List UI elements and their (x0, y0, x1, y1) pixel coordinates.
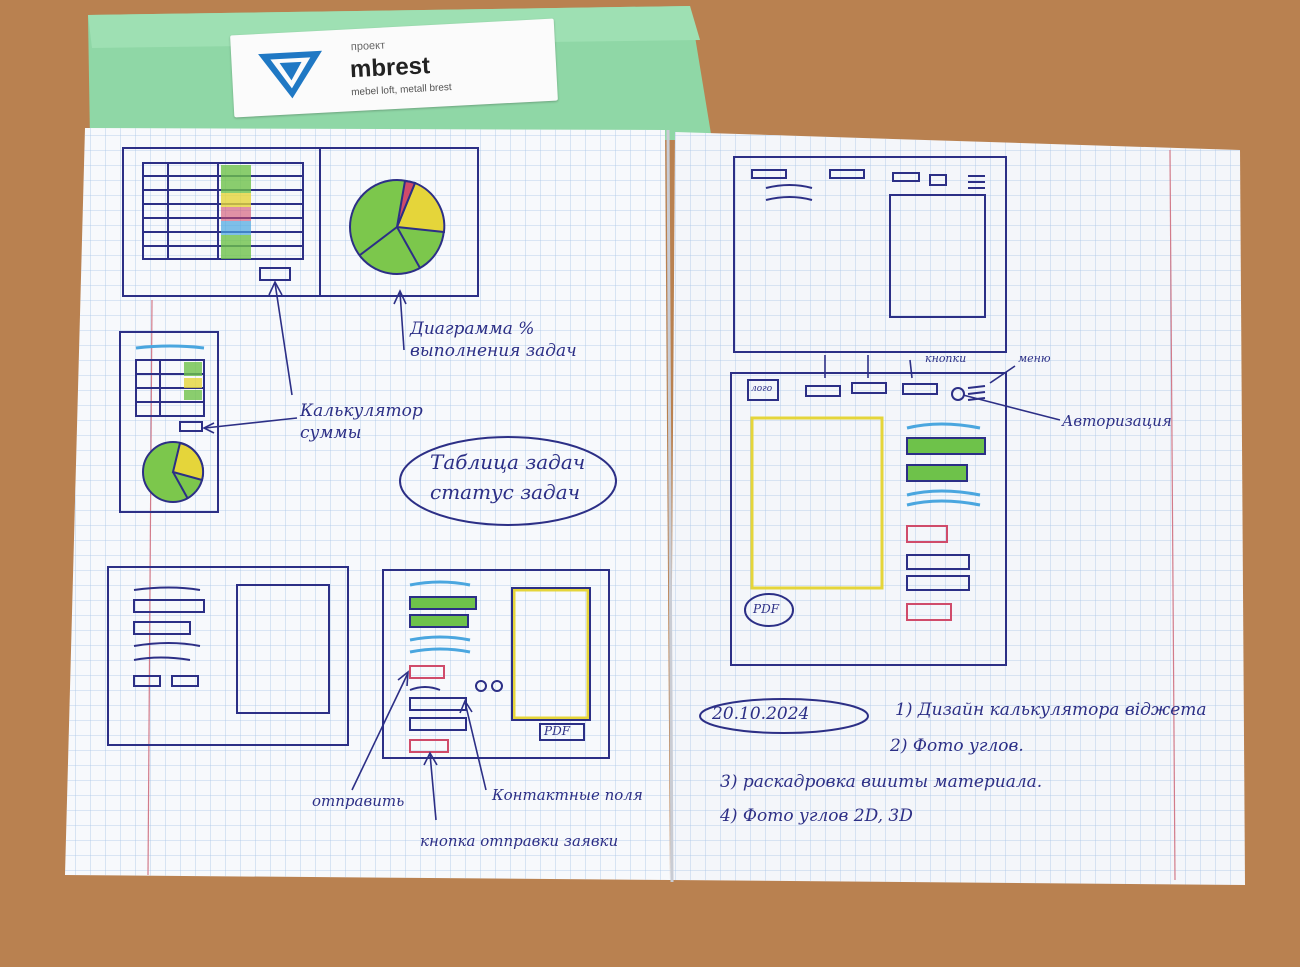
note-contacts: Контактные поля (492, 786, 643, 804)
background-drawing (0, 0, 1300, 967)
note-list-1: 1) Дизайн калькулятора віджета (895, 700, 1207, 720)
sketch-pie-top (349, 179, 446, 275)
note-calculator: Калькулятор суммы (300, 401, 423, 443)
note-pdf-left: PDF (544, 724, 571, 738)
brand-label: проект mbrest mebel loft, metall brest (230, 18, 558, 118)
note-send: отправить (312, 792, 405, 810)
brand-small: проект (350, 39, 386, 54)
sketch-pie-small (142, 441, 205, 503)
brand-logo-icon (258, 50, 322, 99)
note-logo: лого (751, 384, 773, 394)
brand-name: mbrest (349, 52, 431, 84)
brand-tagline: mebel loft, metall brest (350, 82, 452, 99)
note-auth: Авторизация (1062, 412, 1172, 430)
note-list-2: 2) Фото углов. (890, 736, 1024, 756)
note-list-3: 3) раскадровка вшиты материала. (720, 772, 1043, 792)
photo-scene: проект mbrest mebel loft, metall brest Д… (0, 0, 1300, 967)
note-table: Таблица задач статус задач (430, 450, 586, 504)
note-button: кнопка отправки заявки (420, 832, 619, 850)
note-list-4: 4) Фото углов 2D, 3D (720, 806, 913, 826)
note-date: 20.10.2024 (712, 704, 810, 724)
note-chart: Диаграмма % выполнения задач (410, 319, 577, 361)
note-menu: меню (1018, 352, 1051, 365)
note-buttons: кнопки (925, 352, 967, 365)
note-pdf-right: PDF (753, 602, 780, 616)
